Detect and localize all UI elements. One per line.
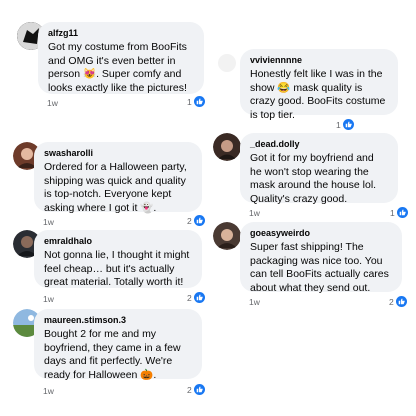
avatar[interactable] xyxy=(213,222,241,250)
comment-text: Not gonna lie, I thought it might feel c… xyxy=(44,249,190,288)
comment-username[interactable]: alfzg11 xyxy=(48,28,194,39)
comment-text: Ordered for a Halloween party, shipping … xyxy=(44,161,187,214)
thumbs-up-icon xyxy=(396,207,408,218)
comment-username[interactable]: maureen.stimson.3 xyxy=(44,315,192,326)
avatar[interactable] xyxy=(213,49,241,77)
comment-text: Bought 2 for me and my boyfriend, they c… xyxy=(44,328,181,381)
comment-text: Got my costume from BooFits and OMG it's… xyxy=(48,41,187,94)
comment-username[interactable]: emraldhalo xyxy=(44,236,192,247)
avatar[interactable] xyxy=(213,133,241,161)
like-count-value: 2 xyxy=(389,296,394,307)
comment-time: 1w xyxy=(43,217,54,227)
comment-time: 1w xyxy=(249,208,260,218)
comment-time: 1w xyxy=(43,294,54,304)
like-count[interactable]: 2 xyxy=(187,292,205,303)
like-count-value: 1 xyxy=(187,96,192,107)
like-count[interactable]: 1 xyxy=(187,96,205,107)
comment-bubble: _dead.dolly Got it for my boyfriend and … xyxy=(240,133,398,205)
comment-text: Super fast shipping! The packaging was n… xyxy=(250,241,389,294)
like-count[interactable]: 2 xyxy=(389,296,407,307)
comment-username[interactable]: swasharolli xyxy=(44,148,192,159)
like-count-value: 1 xyxy=(336,119,341,130)
like-count[interactable]: 2 xyxy=(187,215,205,226)
thumbs-up-icon xyxy=(342,119,354,130)
like-count-value: 2 xyxy=(187,384,192,395)
thumbs-up-icon xyxy=(395,296,407,307)
thumbs-up-icon xyxy=(193,292,205,303)
like-count-value: 1 xyxy=(390,207,395,218)
comment-time: 1w xyxy=(249,297,260,307)
like-count[interactable]: 1 xyxy=(336,119,354,130)
comment-bubble: swasharolli Ordered for a Halloween part… xyxy=(34,142,202,214)
comment-username[interactable]: vviviennnne xyxy=(250,55,388,66)
comment-bubble: goeasyweirdo Super fast shipping! The pa… xyxy=(240,222,402,294)
comment-time: 1w xyxy=(47,98,58,108)
comment-bubble: emraldhalo Not gonna lie, I thought it m… xyxy=(34,230,202,288)
comment-username[interactable]: _dead.dolly xyxy=(250,139,388,150)
like-count-value: 2 xyxy=(187,215,192,226)
comment-username[interactable]: goeasyweirdo xyxy=(250,228,392,239)
thumbs-up-icon xyxy=(193,96,205,107)
comment-text: Honestly felt like I was in the show 😂 m… xyxy=(250,68,386,121)
thumbs-up-icon xyxy=(193,215,205,226)
comment-time: 1w xyxy=(43,386,54,396)
comment-bubble: alfzg11 Got my costume from BooFits and … xyxy=(38,22,204,94)
comment-bubble: maureen.stimson.3 Bought 2 for me and my… xyxy=(34,309,202,381)
like-count-value: 2 xyxy=(187,292,192,303)
thumbs-up-icon xyxy=(193,384,205,395)
comment-bubble: vviviennnne Honestly felt like I was in … xyxy=(240,49,398,121)
like-count[interactable]: 1 xyxy=(390,207,408,218)
comment-text: Got it for my boyfriend and he won't sto… xyxy=(250,152,377,205)
like-count[interactable]: 2 xyxy=(187,384,205,395)
